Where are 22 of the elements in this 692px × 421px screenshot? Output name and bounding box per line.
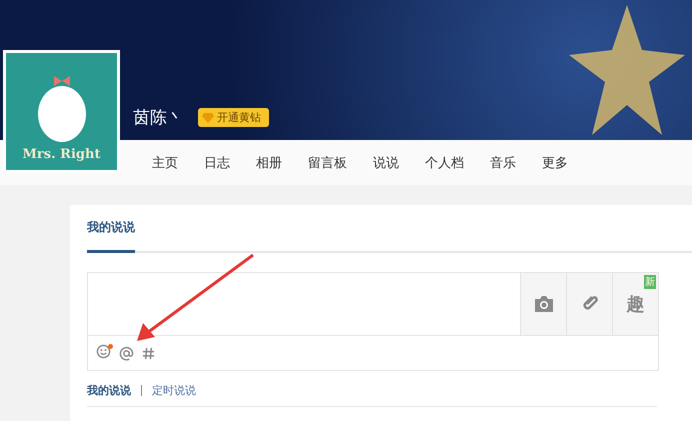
nav-link[interactable]: 个人档 [425, 154, 464, 172]
link-button[interactable] [566, 273, 612, 335]
camera-icon [532, 295, 554, 313]
tab[interactable]: 我的说说 [87, 217, 135, 253]
nav-link[interactable]: 音乐 [490, 154, 516, 172]
nav-link[interactable]: 留言板 [308, 154, 347, 172]
diamond-icon [202, 112, 214, 122]
new-badge: 新 [644, 275, 656, 289]
sub-tab[interactable]: 定时说说 [152, 383, 196, 398]
nav-link[interactable]: 更多 [542, 154, 568, 172]
avatar-caption: Mrs. Right [22, 147, 100, 162]
hashtag-icon[interactable] [142, 346, 155, 360]
nav-link[interactable]: 日志 [204, 154, 230, 172]
vip-badge-link[interactable]: 开通黄钻 [198, 108, 269, 127]
user-name: 茵陈丶 [133, 107, 184, 129]
nav-link[interactable]: 相册 [256, 154, 282, 172]
nav-link[interactable]: 主页 [152, 154, 178, 172]
camera-button[interactable] [520, 273, 566, 335]
smiley-icon[interactable] [96, 344, 111, 358]
nav-link[interactable]: 说说 [373, 154, 399, 172]
sub-tab[interactable]: 我的说说 [87, 383, 131, 398]
mention-icon[interactable] [119, 346, 134, 360]
